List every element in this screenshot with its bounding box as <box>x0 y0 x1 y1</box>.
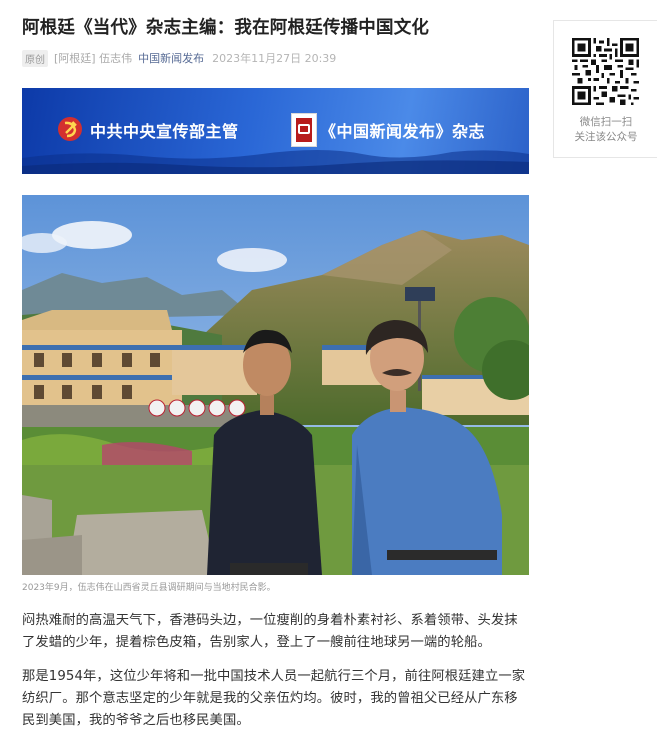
paragraph-line: 了发蜡的少年，提着棕色皮箱，告别家人，登上了一艘前往地球另一端的轮船。 <box>22 635 491 650</box>
author-source: [阿根廷] 伍志伟 <box>54 52 133 65</box>
photo-caption: 2023年9月，伍志伟在山西省灵丘县调研期间与当地村民合影。 <box>22 583 276 593</box>
account-link[interactable]: 中国新闻发布 <box>138 50 204 66</box>
china-press-seal-icon <box>291 113 317 147</box>
article-photo <box>22 195 529 575</box>
qr-follow-label: 关注该公众号 <box>574 131 638 143</box>
original-badge: 原创 <box>22 49 48 67</box>
paragraph-line: 闷热难耐的高温天气下，香港码头边，一位瘦削的身着朴素衬衫、系着领带、头发抹 <box>22 613 518 628</box>
paragraph-line: 那是1954年，这位少年将和一批中国技术人员一起航行三个月，前往阿根廷建立一家 <box>22 669 526 684</box>
magazine-banner: 中共中央宣传部主管 《中国新闻发布》杂志 <box>22 88 529 174</box>
paragraph-2: 那是1954年，这位少年将和一批中国技术人员一起航行三个月，前往阿根廷建立一家 … <box>22 666 532 732</box>
paragraph-1: 闷热难耐的高温天气下，香港码头边，一位瘦削的身着朴素衬衫、系着领带、头发抹 了发… <box>22 610 532 654</box>
publish-time: 2023年11月27日 20:39 <box>212 52 337 65</box>
article-title: 阿根廷《当代》杂志主编：我在阿根廷传播中国文化 <box>22 18 430 38</box>
article-meta: 原创 [阿根廷] 伍志伟 中国新闻发布 2023年11月27日 20:39 <box>22 49 337 67</box>
paragraph-line: 纺织厂。那个意志坚定的少年就是我的父亲伍灼均。彼时，我的曾祖父已经从广东移 <box>22 691 518 706</box>
banner-right-text: 《中国新闻发布》杂志 <box>320 122 486 141</box>
hammer-sickle-icon <box>58 117 82 141</box>
paragraph-line: 民到美国，我的爷爷之后也移民美国。 <box>22 713 250 728</box>
banner-left-text: 中共中央宣传部主管 <box>90 122 239 141</box>
qr-follow-panel: 微信扫一扫 关注该公众号 <box>553 20 657 158</box>
qr-scan-label: 微信扫一扫 <box>579 116 633 128</box>
qr-code-icon <box>572 38 639 105</box>
